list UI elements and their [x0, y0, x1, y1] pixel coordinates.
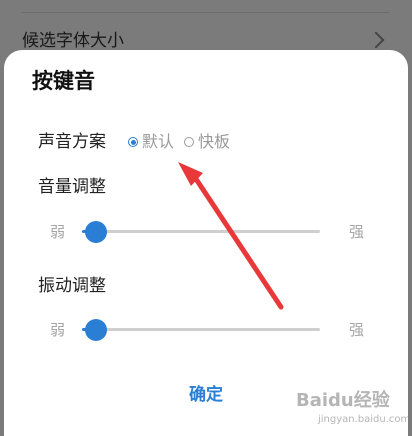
- vibration-min-label: 弱: [50, 321, 66, 339]
- radio-button-icon[interactable]: [184, 137, 195, 147]
- radio-button-icon[interactable]: [128, 137, 138, 147]
- radio-option-label: 默认: [142, 132, 175, 151]
- volume-slider-thumb[interactable]: [85, 221, 108, 243]
- watermark-logo: Baidu经验: [296, 390, 390, 411]
- volume-min-label: 弱: [50, 223, 66, 241]
- vibration-max-label: 强: [349, 321, 365, 339]
- volume-slider-row: 弱 强: [4, 217, 408, 247]
- sound-scheme-option-allegro[interactable]: 快板: [184, 130, 230, 154]
- key-sound-dialog: 按键音 声音方案 默认 快板 音量调整 弱 强 振动调整 弱 强 确定: [4, 50, 408, 436]
- confirm-button[interactable]: 确定: [156, 380, 256, 410]
- vibration-adjust-label: 振动调整: [38, 276, 106, 296]
- radio-option-label: 快板: [198, 132, 231, 151]
- volume-adjust-label: 音量调整: [38, 177, 106, 197]
- volume-slider[interactable]: [82, 221, 320, 243]
- sound-scheme-label: 声音方案: [38, 132, 106, 152]
- baidu-jingyan-watermark: Baidu经验 jingyan.baidu.com: [296, 388, 410, 432]
- vibration-slider-thumb[interactable]: [85, 319, 108, 341]
- dialog-title: 按键音: [32, 69, 95, 93]
- vibration-slider-row: 弱 强: [4, 315, 408, 345]
- vibration-slider[interactable]: [82, 319, 320, 341]
- sound-scheme-option-default[interactable]: 默认: [128, 130, 174, 154]
- watermark-url: jingyan.baidu.com: [318, 414, 411, 425]
- volume-max-label: 强: [349, 223, 365, 241]
- sound-scheme-radio-group: 默认 快板: [128, 130, 240, 154]
